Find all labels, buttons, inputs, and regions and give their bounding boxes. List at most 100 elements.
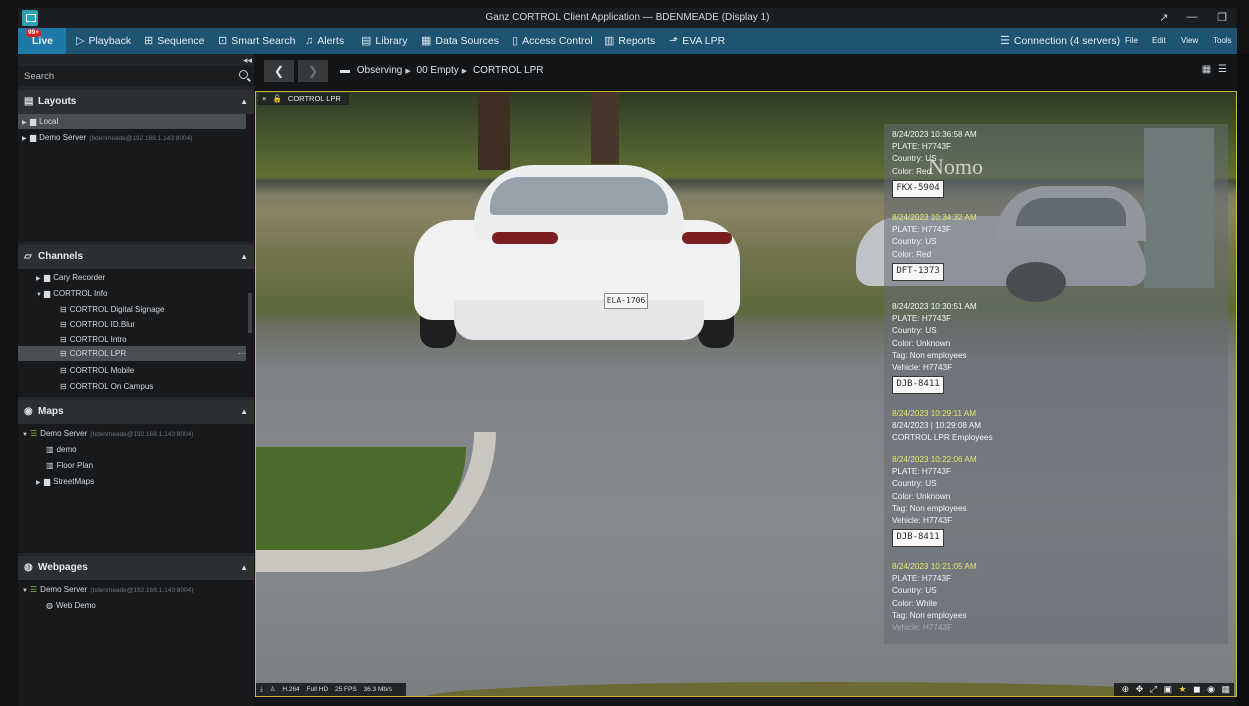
tree-item-channel[interactable]: ⊟ CORTROL Digital Signage — [60, 302, 164, 317]
forward-button[interactable]: ❯ — [298, 60, 328, 82]
lpr-event[interactable]: 8/24/2023 10:30:51 AM PLATE: H7743F Coun… — [892, 301, 1222, 395]
grid-icon[interactable]: ▦ — [1221, 684, 1230, 694]
plate-image[interactable]: DJB-8411 — [892, 529, 944, 548]
breadcrumb-item[interactable]: 00 Empty — [417, 65, 459, 76]
tree-item-demo-server[interactable]: ▶ ▆ Demo Server (bdenmeade@192.168.1.143:80… — [22, 130, 192, 145]
tab-access-control[interactable]: ▯ Access Control — [512, 28, 593, 54]
tree-item-channel[interactable]: ⊟ CORTROL ID.Blur — [60, 317, 135, 332]
maps-tree: ▼ ☰ Demo Server (bdenmeade@192.168.1.143:80… — [18, 424, 254, 553]
tile-title: CORTROL LPR — [287, 94, 341, 103]
tree-item-local[interactable]: ▶ ▆ Local — [22, 114, 58, 129]
event-line: Tag: Non employees — [892, 610, 967, 620]
section-maps-header[interactable]: ◉ Maps ▲ — [18, 400, 254, 424]
person-icon[interactable]: ♙ — [270, 686, 276, 693]
folder-icon: ▆ — [30, 117, 37, 126]
restore-button[interactable]: ❐ — [1213, 11, 1231, 24]
sequence-icon: ⊞ — [144, 35, 154, 47]
search-input[interactable] — [18, 66, 228, 86]
camera-icon[interactable]: ◉ — [1207, 684, 1215, 694]
tree-item-demo-server[interactable]: ▼ ☰ Demo Server (bdenmeade@192.168.1.143:80… — [22, 426, 193, 441]
fullscreen-icon[interactable]: ⤢ — [1150, 684, 1157, 694]
unlock-icon[interactable]: 🔓 — [272, 94, 281, 103]
tree-item-channel[interactable]: ⊟ CORTROL Intro — [60, 332, 127, 347]
collapse-arrow-icon[interactable]: ▼ — [36, 288, 44, 303]
tree-item-channel[interactable]: ⊟ CORTROL On Campus — [60, 379, 153, 394]
more-options-icon[interactable]: ··· — [238, 346, 246, 361]
breadcrumb-item[interactable]: CORTROL LPR — [473, 65, 544, 76]
tree-item-streetmaps[interactable]: ▶ ▆ StreetMaps — [36, 474, 94, 489]
download-icon[interactable]: ⤓ — [260, 686, 263, 693]
event-timestamp: 8/24/2023 10:36:58 AM — [892, 130, 977, 139]
tree-scrollbar[interactable] — [248, 293, 252, 333]
map-icon: ▥ — [46, 445, 54, 454]
collapse-arrow-icon[interactable]: ▼ — [22, 428, 30, 443]
lpr-event[interactable]: 8/24/2023 10:29:11 AM 8/24/2023 | 10:29:… — [892, 408, 1222, 445]
expand-arrow-icon[interactable]: ▶ — [22, 116, 30, 131]
event-line: PLATE: H7743F — [892, 142, 952, 152]
star-icon[interactable]: ★ — [1179, 684, 1187, 694]
tab-sequence[interactable]: ⊞ Sequence — [144, 28, 205, 54]
lpr-event[interactable]: 8/24/2023 10:34:32 AM PLATE: H7743F Coun… — [892, 212, 1222, 281]
plate-image[interactable]: DJB-8411 — [892, 376, 944, 395]
menu-icon[interactable]: ☰ — [1218, 64, 1227, 75]
lpr-event[interactable]: 8/24/2023 10:22:06 AM PLATE: H7743F Coun… — [892, 454, 1222, 548]
event-line: PLATE: H7743F — [892, 574, 952, 584]
folder-icon: ▆ — [30, 133, 37, 142]
tab-alerts[interactable]: ♫ Alerts — [305, 28, 344, 54]
tree-trunk — [478, 92, 510, 170]
popout-window-icon[interactable]: ↗ — [1155, 11, 1173, 24]
plate-image[interactable]: DFT-1373 — [892, 262, 944, 281]
expand-arrow-icon[interactable]: ▶ — [22, 132, 30, 147]
tree-item-web-demo[interactable]: ◍ Web Demo — [46, 598, 96, 613]
tab-data-sources[interactable]: ▦ Data Sources — [421, 28, 499, 54]
menu-file[interactable]: File — [1125, 28, 1138, 54]
connection-status[interactable]: ☰ Connection (4 servers) — [1000, 28, 1120, 54]
tab-reports[interactable]: ▥ Reports — [604, 28, 655, 54]
section-layouts-header[interactable]: ▤ Layouts ▲ — [18, 90, 254, 114]
bookmark-icon[interactable]: ◼ — [1193, 684, 1200, 694]
close-icon[interactable]: × — [262, 94, 266, 103]
menu-view[interactable]: View — [1181, 28, 1198, 54]
tab-smart-search[interactable]: ⊡ Smart Search — [218, 28, 295, 54]
tree-item-map[interactable]: ▥ Floor Plan — [46, 458, 93, 473]
ptz-icon[interactable]: ✥ — [1136, 684, 1144, 694]
lpr-event[interactable]: 8/24/2023 10:21:05 AM PLATE: H7743F Coun… — [892, 561, 1222, 634]
chevron-right-icon: ❯ — [307, 64, 319, 78]
tab-data-sources-label: Data Sources — [435, 35, 500, 47]
tree-item-map[interactable]: ▥ demo — [46, 442, 77, 457]
event-line: Color: Unknown — [892, 491, 951, 501]
section-channels-header[interactable]: ▱ Channels ▲ — [18, 245, 254, 269]
collapse-caret-icon[interactable]: ▲ — [240, 556, 248, 580]
tree-item-channel[interactable]: ⊟ CORTROL Mobile — [60, 363, 134, 378]
back-button[interactable]: ❮ — [264, 60, 294, 82]
video-tile[interactable]: ELA-1706 × 🔓 CORTROL LPR 8/24/2023 10:36… — [255, 91, 1237, 697]
tab-playback[interactable]: ▷ Playback — [76, 28, 131, 54]
zoom-icon[interactable]: ⊕ — [1122, 684, 1130, 694]
minimize-button[interactable]: — — [1183, 11, 1201, 23]
camera-icon: ⊟ — [60, 305, 67, 314]
snapshot-icon[interactable]: ▣ — [1163, 684, 1172, 694]
expand-arrow-icon[interactable]: ▶ — [36, 272, 44, 287]
grid-layout-icon[interactable]: ▦ — [1202, 64, 1211, 75]
menu-edit[interactable]: Edit — [1152, 28, 1166, 54]
collapse-panel-icon[interactable]: ◂◂ — [243, 55, 252, 66]
breadcrumb-item[interactable]: Observing — [357, 65, 403, 76]
tab-live[interactable]: 99+ Live — [18, 28, 66, 54]
section-webpages-header[interactable]: ◍ Webpages ▲ — [18, 556, 254, 580]
tree-item-cortrol-lpr[interactable]: ⊟ CORTROL LPR ··· — [60, 346, 246, 361]
search-icon[interactable] — [239, 70, 248, 79]
tree-item-cortrol-info[interactable]: ▼ ▆ CORTROL Info — [36, 286, 107, 301]
collapse-arrow-icon[interactable]: ▼ — [22, 584, 30, 599]
expand-arrow-icon[interactable]: ▶ — [36, 476, 44, 491]
tree-item-demo-server[interactable]: ▼ ☰ Demo Server (bdenmeade@192.168.1.143:80… — [22, 582, 193, 597]
collapse-caret-icon[interactable]: ▲ — [240, 245, 248, 269]
tile-status-bar: ⤓ ♙ H.264 Full HD 25 FPS 36.3 Mb/s — [256, 683, 406, 696]
tree-item-cary-recorder[interactable]: ▶ ▆ Cary Recorder — [36, 270, 105, 285]
event-line: Tag: Non employees — [892, 350, 967, 360]
collapse-caret-icon[interactable]: ▲ — [240, 90, 248, 114]
collapse-caret-icon[interactable]: ▲ — [240, 400, 248, 424]
tab-eva-lpr[interactable]: ⬏ EVA LPR — [669, 28, 725, 54]
plate-image[interactable]: FKX-5904 — [892, 179, 944, 198]
menu-tools[interactable]: Tools — [1213, 28, 1232, 54]
tab-library[interactable]: ▤ Library — [361, 28, 408, 54]
